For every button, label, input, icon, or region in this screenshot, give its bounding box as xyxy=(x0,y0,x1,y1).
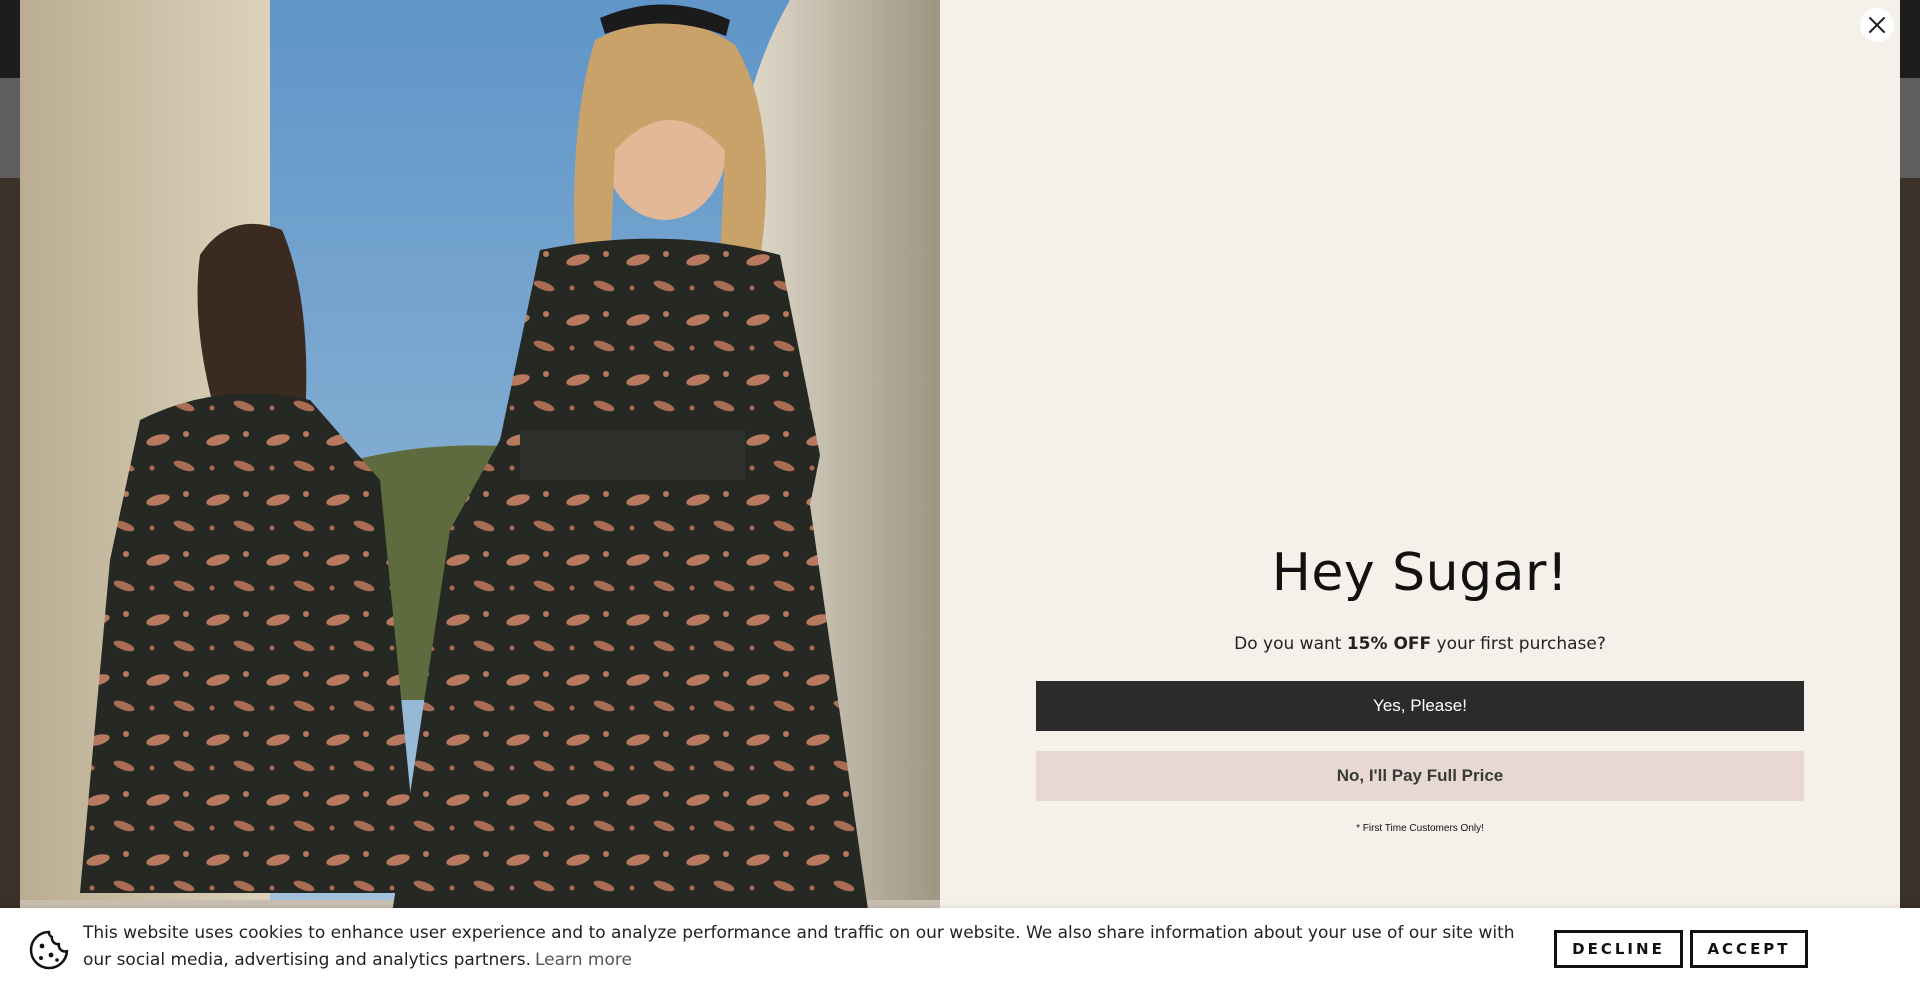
cookie-icon xyxy=(29,930,69,970)
discount-amount: 15% OFF xyxy=(1346,634,1432,654)
cookie-message: This website uses cookies to enhance use… xyxy=(83,920,1523,974)
popup-headline: Hey Sugar! xyxy=(1271,543,1569,603)
popup-subtext: Do you want 15% OFF your first purchase? xyxy=(940,634,1900,654)
decline-button[interactable]: DECLINE xyxy=(1554,930,1683,968)
pay-full-price-button[interactable]: No, I'll Pay Full Price xyxy=(1036,751,1804,801)
close-icon xyxy=(1869,17,1885,33)
discount-popup: Hey Sugar! Do you want 15% OFF your firs… xyxy=(20,0,1900,993)
close-button[interactable] xyxy=(1860,8,1894,42)
accept-button[interactable]: ACCEPT xyxy=(1690,930,1808,968)
first-time-disclaimer: * First Time Customers Only! xyxy=(1356,823,1484,834)
subtext-prefix: Do you want xyxy=(1234,634,1347,654)
cookie-text: This website uses cookies to enhance use… xyxy=(83,923,1515,970)
cookie-banner: This website uses cookies to enhance use… xyxy=(0,908,1920,993)
learn-more-link[interactable]: Learn more xyxy=(535,950,632,970)
popup-content: Hey Sugar! Do you want 15% OFF your firs… xyxy=(940,0,1900,993)
yes-please-button[interactable]: Yes, Please! xyxy=(1036,681,1804,731)
popup-model-photo xyxy=(20,0,940,993)
subtext-suffix: your first purchase? xyxy=(1431,634,1606,654)
